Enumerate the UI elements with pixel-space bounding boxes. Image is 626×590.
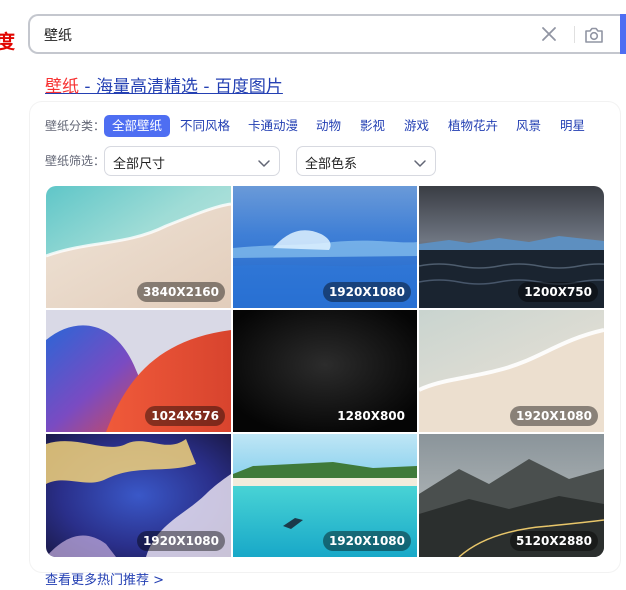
chevron-down-icon <box>413 155 427 169</box>
wallpaper-thumb-fantasy-sky[interactable]: 1920X1080 <box>46 434 231 557</box>
category-chip-games[interactable]: 游戏 <box>404 115 429 137</box>
search-input[interactable] <box>44 25 484 45</box>
wallpaper-grid: 3840X2160 1920X1080 1200X750 1024X576 12… <box>46 186 604 557</box>
size-filter-select[interactable]: 全部尺寸 <box>104 146 280 176</box>
search-divider <box>574 26 575 43</box>
result-title-rest: - 海量高清精选 - 百度图片 <box>79 77 283 97</box>
category-chip-film[interactable]: 影视 <box>360 115 385 137</box>
wallpaper-thumb-beach-shore[interactable]: 3840X2160 <box>46 186 231 308</box>
result-title-link[interactable]: 壁纸 - 海量高清精选 - 百度图片 <box>45 72 283 97</box>
resolution-badge: 1920X1080 <box>509 406 598 426</box>
category-label: 壁纸分类： <box>45 119 106 133</box>
resolution-badge: 1024X576 <box>145 406 225 426</box>
category-chip-scenery[interactable]: 风景 <box>516 115 541 137</box>
resolution-badge: 3840X2160 <box>136 282 225 302</box>
wallpaper-thumb-tropical-lagoon[interactable]: 1920X1080 <box>233 434 417 557</box>
chevron-down-icon <box>257 155 271 169</box>
baidu-logo-fragment[interactable]: 度 <box>0 27 15 54</box>
color-filter-select[interactable]: 全部色系 <box>296 146 436 176</box>
resolution-badge: 5120X2880 <box>509 531 598 551</box>
wallpaper-thumb-dark-texture[interactable]: 1280X800 <box>233 310 417 432</box>
clear-icon[interactable] <box>540 25 558 43</box>
wallpaper-thumb-sandy-beach[interactable]: 1920X1080 <box>419 310 604 432</box>
wallpaper-thumb-dark-sea[interactable]: 1200X750 <box>419 186 604 308</box>
resolution-badge: 1280X800 <box>337 409 405 423</box>
category-chip-plants[interactable]: 植物花卉 <box>448 115 498 137</box>
wallpaper-thumb-blue-wave[interactable]: 1920X1080 <box>233 186 417 308</box>
category-chip-animals[interactable]: 动物 <box>316 115 341 137</box>
filter-label: 壁纸筛选： <box>45 154 106 168</box>
resolution-badge: 1200X750 <box>518 282 598 302</box>
search-button-edge[interactable] <box>620 14 626 54</box>
category-chip-anime[interactable]: 卡通动漫 <box>248 115 298 137</box>
resolution-badge: 1920X1080 <box>322 282 411 302</box>
category-chip-styles[interactable]: 不同风格 <box>180 115 230 137</box>
color-filter-value: 全部色系 <box>305 157 358 172</box>
category-chip-all[interactable]: 全部壁纸 <box>104 115 171 137</box>
resolution-badge: 1920X1080 <box>136 531 225 551</box>
category-chip-stars[interactable]: 明星 <box>560 115 585 137</box>
result-title-keyword: 壁纸 <box>45 77 79 97</box>
search-box <box>28 14 626 54</box>
camera-icon[interactable] <box>583 24 605 46</box>
wallpaper-thumb-abstract-waves[interactable]: 1024X576 <box>46 310 231 432</box>
wallpaper-thumb-mountain-road[interactable]: 5120X2880 <box>419 434 604 557</box>
size-filter-value: 全部尺寸 <box>113 157 166 172</box>
more-recommendations-link[interactable]: 查看更多热门推荐 > <box>45 569 164 588</box>
resolution-badge: 1920X1080 <box>322 531 411 551</box>
